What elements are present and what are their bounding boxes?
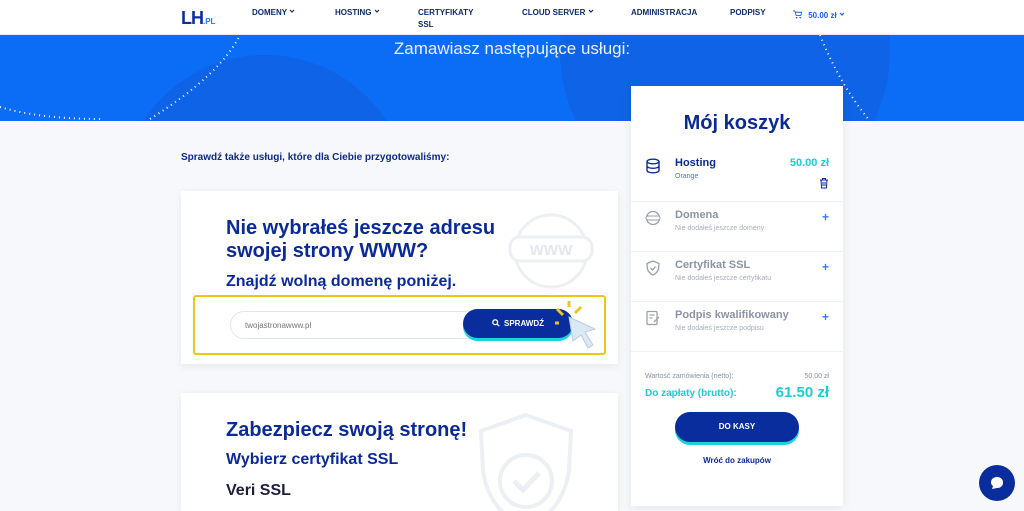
ssl-product-name: Veri SSL <box>226 482 291 499</box>
back-to-shopping-link[interactable]: Wróć do zakupów <box>631 456 843 465</box>
cart-item-hosting: Hosting Orange 50.00 zł <box>631 150 843 202</box>
chat-button[interactable] <box>979 465 1015 501</box>
cart-title: Mój koszyk <box>683 112 791 134</box>
chevron-down-icon <box>588 9 594 13</box>
domain-search-box: SPRAWDŹ <box>193 295 606 355</box>
globe-www-icon <box>645 210 661 226</box>
cart-item-domain[interactable]: Domena Nie dodałeś jeszcze domeny + <box>631 202 843 252</box>
recommendations-intro: Sprawdź także usługi, które dla Ciebie p… <box>181 152 450 163</box>
cart-item-name: Hosting <box>675 157 716 169</box>
domain-search-input[interactable] <box>230 311 480 339</box>
cart-item-name: Domena <box>675 209 719 221</box>
ssl-subheading: Wybierz certyfikat SSL <box>226 451 399 468</box>
nav-administracja[interactable]: ADMINISTRACJA <box>631 7 697 19</box>
logo[interactable]: LH.PL <box>181 8 215 29</box>
add-signature-button[interactable]: + <box>822 310 829 324</box>
hero-banner: Zamawiasz następujące usługi: <box>0 35 1024 121</box>
chevron-down-icon <box>374 9 380 13</box>
domain-search-card: WWW Nie wybrałeś jeszcze adresu swojej s… <box>181 191 618 364</box>
nav-podpisy[interactable]: PODPISY <box>730 7 766 19</box>
gross-total-row: Do zapłaty (brutto): 61.50 zł <box>645 384 829 404</box>
domain-subheading: Znajdź wolną domenę poniżej. <box>226 273 457 290</box>
trash-icon[interactable] <box>819 177 829 189</box>
chevron-down-icon <box>839 12 845 16</box>
nav-hosting[interactable]: HOSTING <box>335 7 380 19</box>
nav-domeny[interactable]: DOMENY <box>252 7 295 19</box>
database-icon <box>646 158 660 174</box>
gross-total-label: Do zapłaty (brutto): <box>645 388 737 399</box>
add-ssl-button[interactable]: + <box>822 260 829 274</box>
ssl-heading: Zabezpiecz swoją stronę! <box>226 419 468 441</box>
net-total-label: Wartość zamówienia (netto): <box>645 373 734 380</box>
cart-sidebar: Mój koszyk Hosting Orange 50.00 zł Domen… <box>631 86 843 506</box>
nav-cloud-server[interactable]: CLOUD SERVER <box>522 7 594 19</box>
checkout-button[interactable]: DO KASY <box>675 412 799 442</box>
cart-item-name: Certyfikat SSL <box>675 259 751 271</box>
net-total-row: Wartość zamówienia (netto): 50.00 zł <box>645 373 829 380</box>
cart-icon <box>793 10 803 19</box>
cart-item-name: Podpis kwalifikowany <box>675 309 789 321</box>
cursor-pointer-icon <box>555 301 597 349</box>
domain-heading: Nie wybrałeś jeszcze adresu swojej stron… <box>226 217 496 262</box>
mini-cart-total: 50.00 zł <box>808 11 837 20</box>
cart-item-price: 50.00 zł <box>789 157 829 169</box>
cart-item-plan: Orange <box>675 173 699 180</box>
cart-item-empty-note: Nie dodałeś jeszcze certyfikatu <box>675 275 772 282</box>
top-navigation: LH.PL DOMENY HOSTING CERTYFIKATY SSL CLO… <box>0 0 1024 35</box>
search-icon <box>492 319 500 327</box>
page-title: Zamawiasz następujące usługi: <box>393 39 631 58</box>
mini-cart[interactable]: 50.00 zł <box>793 10 845 20</box>
cart-item-empty-note: Nie dodałeś jeszcze domeny <box>675 225 765 232</box>
signature-document-icon <box>646 310 660 326</box>
chevron-down-icon <box>289 9 295 13</box>
cart-item-ssl[interactable]: Certyfikat SSL Nie dodałeś jeszcze certy… <box>631 252 843 302</box>
net-total-value: 50.00 zł <box>804 373 829 380</box>
nav-certyfikaty-ssl[interactable]: CERTYFIKATY SSL <box>418 7 488 31</box>
shield-check-icon <box>478 412 574 511</box>
cart-item-signature[interactable]: Podpis kwalifikowany Nie dodałeś jeszcze… <box>631 302 843 352</box>
ssl-card: Zabezpiecz swoją stronę! Wybierz certyfi… <box>181 393 618 511</box>
shield-icon <box>646 260 660 276</box>
chat-icon <box>991 477 1003 489</box>
cart-item-empty-note: Nie dodałeś jeszcze podpisu <box>675 325 764 332</box>
add-domain-button[interactable]: + <box>822 210 829 224</box>
gross-total-value: 61.50 zł <box>775 384 829 401</box>
